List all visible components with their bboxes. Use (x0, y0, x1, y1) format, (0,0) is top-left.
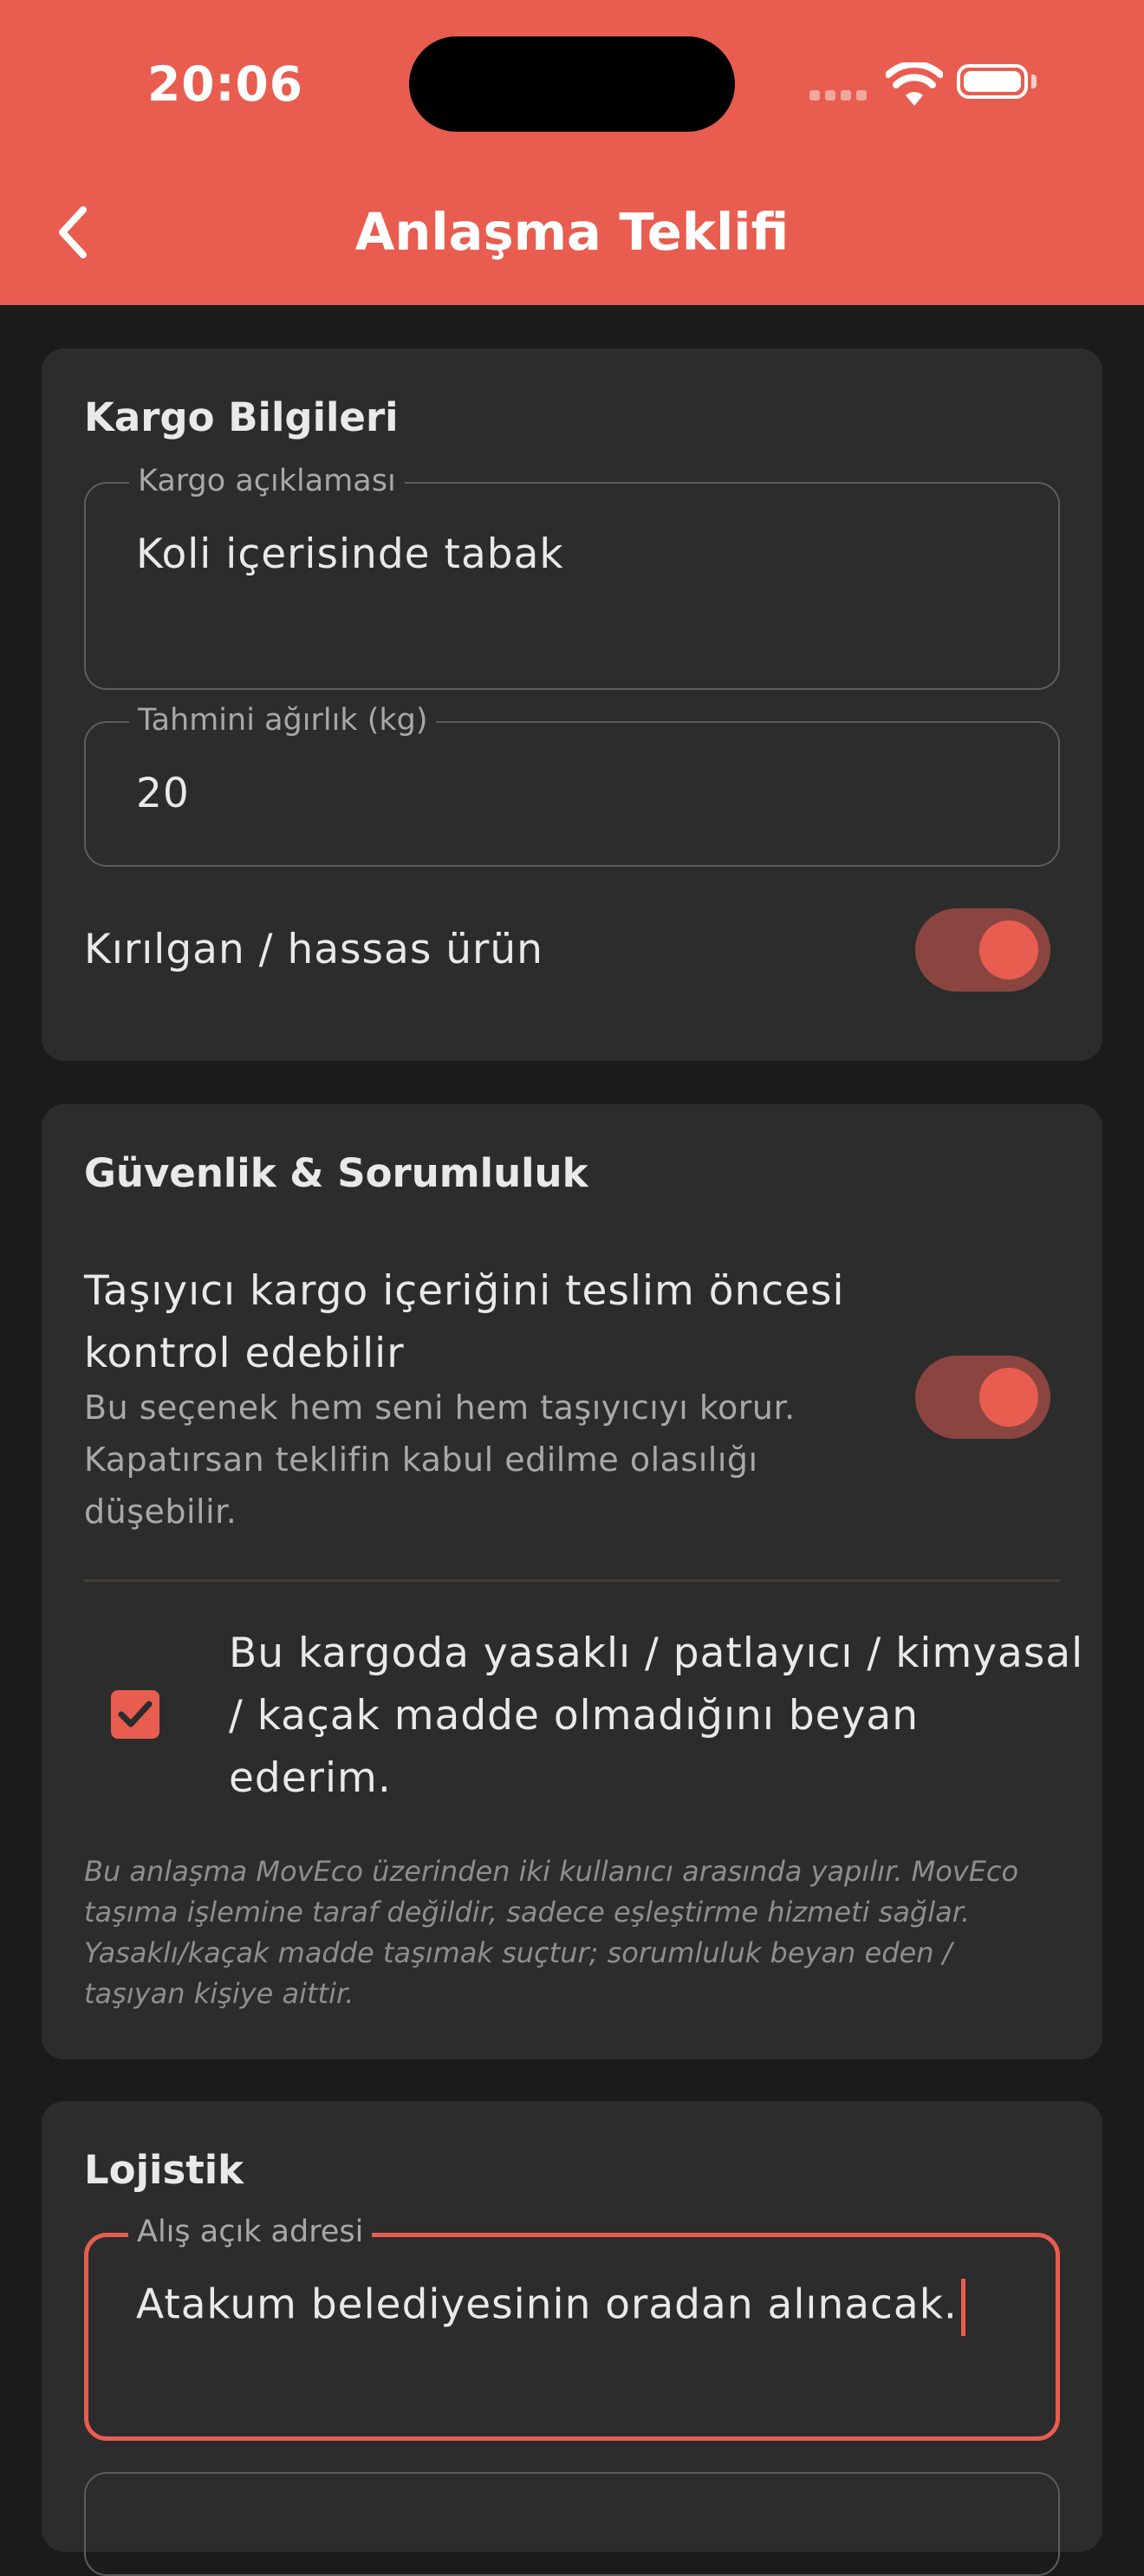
weight-label: Tahmini ağırlık (kg) (129, 700, 437, 740)
fragile-toggle-knob (979, 920, 1038, 979)
wifi-icon (885, 61, 944, 107)
declaration-checkbox[interactable] (111, 1690, 159, 1739)
page-title: Anlaşma Teklifi (354, 202, 790, 262)
disclaimer-line2: taşıma işlemine taraf değildir, sadece e… (84, 1896, 971, 1929)
section-divider (84, 1579, 1060, 1582)
pickup-address-label: Alış açık adresi (128, 2212, 373, 2252)
pickup-address-field[interactable]: Alış açık adresi Atakum belediyesinin or… (84, 2212, 1060, 2441)
weight-value: 20 (136, 770, 190, 817)
disclaimer-line1: Bu anlaşma MovEco üzerinden iki kullanıc… (84, 1855, 1019, 1888)
fragile-label: Kırılgan / hassas ürün (84, 926, 543, 973)
logistics-card: Lojistik Alış açık adresi Atakum belediy… (42, 2101, 1102, 2576)
inspect-label-line2: kontrol edebilir (84, 1330, 405, 1377)
inspect-toggle[interactable] (915, 1356, 1050, 1439)
disclaimer-line4: taşıyan kişiye aittir. (84, 1977, 354, 2010)
security-card: Güvenlik & Sorumluluk Taşıyıcı kargo içe… (42, 1104, 1102, 2059)
text-caret (960, 2279, 965, 2336)
logistics-card-title: Lojistik (84, 2147, 244, 2193)
inspect-toggle-knob (979, 1368, 1038, 1427)
pickup-address-text: Atakum belediyesinin oradan alınacak. (136, 2280, 958, 2329)
pickup-address-value: Atakum belediyesinin oradan alınacak. (136, 2279, 965, 2336)
weight-field[interactable]: Tahmini ağırlık (kg) 20 (84, 700, 1060, 867)
battery-icon (957, 64, 1028, 99)
declaration-line1: Bu kargoda yasaklı / patlayıcı / kimyasa… (229, 1630, 1084, 1677)
inspect-hint-line3: düşebilir. (84, 1493, 237, 1531)
inspect-hint-line2: Kapatırsan teklifin kabul edilme olasılı… (84, 1441, 758, 1479)
cargo-description-field[interactable]: Kargo açıklaması Koli içerisinde tabak (84, 461, 1060, 690)
cargo-info-card: Kargo Bilgileri Kargo açıklaması Koli iç… (42, 348, 1102, 1061)
dynamic-island (409, 36, 735, 132)
inspect-hint-line1: Bu seçenek hem seni hem taşıyıcıyı korur… (84, 1389, 796, 1427)
app-bar: 20:06 Anlaşma Teklifi (0, 0, 1144, 305)
cellular-signal-icon (809, 90, 870, 102)
security-card-title: Güvenlik & Sorumluluk (84, 1150, 588, 1196)
next-field[interactable] (84, 2472, 1060, 2576)
status-time: 20:06 (147, 56, 304, 112)
cargo-card-title: Kargo Bilgileri (84, 394, 399, 440)
disclaimer-line3: Yasaklı/kaçak madde taşımak suçtur; soru… (84, 1936, 952, 1969)
battery-tip (1031, 75, 1037, 88)
checkmark-icon (118, 1701, 153, 1727)
declaration-line2: / kaçak madde olmadığını beyan (229, 1692, 919, 1740)
fragile-toggle[interactable] (915, 908, 1050, 992)
cargo-description-label: Kargo açıklaması (129, 461, 405, 501)
cargo-description-value: Koli içerisinde tabak (136, 530, 564, 578)
declaration-line3: ederim. (229, 1754, 392, 1802)
inspect-label-line1: Taşıyıcı kargo içeriğini teslim öncesi (84, 1267, 845, 1315)
